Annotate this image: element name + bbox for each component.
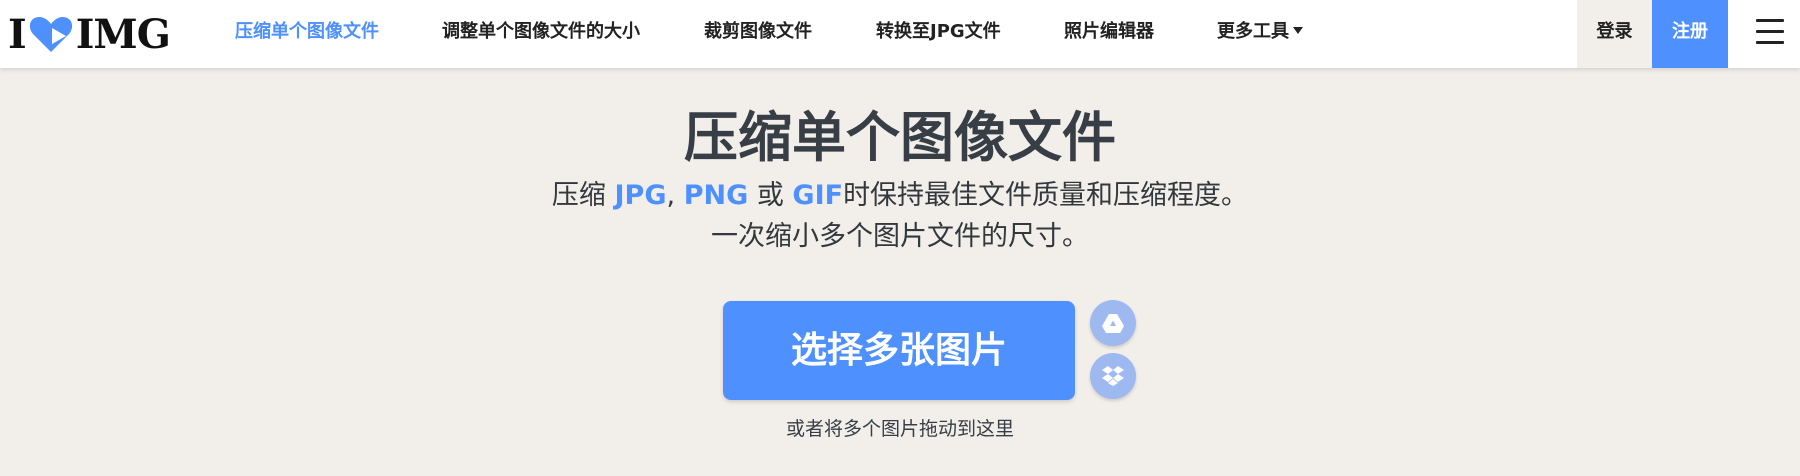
- select-images-button[interactable]: 选择多张图片: [723, 301, 1075, 400]
- format-png: PNG: [683, 180, 749, 211]
- logo-text-right: IMG: [75, 10, 171, 58]
- logo-text-left: I: [8, 10, 27, 58]
- page-title: 压缩单个图像文件: [684, 106, 1116, 169]
- login-button[interactable]: 登录: [1577, 0, 1652, 68]
- dropbox-icon[interactable]: [1090, 353, 1136, 399]
- subtitle-suffix: 时保持最佳文件质量和压缩程度。: [843, 180, 1249, 211]
- nav-crop-image[interactable]: 裁剪图像文件: [704, 0, 812, 68]
- subtitle-batch: 一次缩小多个图片文件的尺寸。: [711, 221, 1089, 252]
- drop-hint: 或者将多个图片拖动到这里: [785, 418, 1014, 440]
- signup-button[interactable]: 注册: [1652, 0, 1728, 68]
- nav-more-tools-label: 更多工具: [1217, 21, 1289, 42]
- subtitle-formats: 压缩 JPG, PNG 或 GIF时保持最佳文件质量和压缩程度。: [0, 177, 1800, 215]
- hamburger-menu-icon[interactable]: [1752, 14, 1788, 50]
- nav-convert-to-jpg[interactable]: 转换至JPG文件: [876, 0, 1001, 68]
- nav-compress-image[interactable]: 压缩单个图像文件: [235, 0, 379, 68]
- format-jpg: JPG: [614, 180, 667, 211]
- heart-icon: [28, 14, 74, 54]
- caret-down-icon: [1293, 27, 1303, 34]
- nav-resize-image[interactable]: 调整单个图像文件的大小: [442, 0, 640, 68]
- nav-more-tools[interactable]: 更多工具: [1217, 0, 1303, 68]
- subtitle-sep: ,: [666, 180, 684, 211]
- logo[interactable]: I IMG: [8, 10, 171, 58]
- format-gif: GIF: [792, 180, 844, 211]
- google-drive-icon[interactable]: [1090, 300, 1136, 346]
- subtitle-mid: 或: [748, 180, 793, 211]
- subtitle-prefix: 压缩: [551, 180, 615, 211]
- header: I IMG 压缩单个图像文件 调整单个图像文件的大小 裁剪图像文件 转换至JPG…: [0, 0, 1800, 68]
- nav-photo-editor[interactable]: 照片编辑器: [1064, 0, 1154, 68]
